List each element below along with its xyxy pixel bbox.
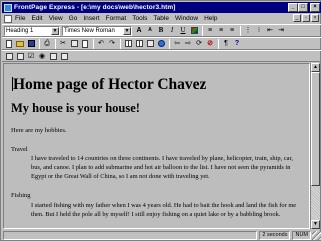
insert-webbot-icon[interactable] [123, 39, 133, 49]
insert-table-icon[interactable] [134, 39, 144, 49]
menu-format[interactable]: Format [106, 15, 127, 22]
decrease-font-icon[interactable]: A [145, 26, 155, 36]
open-folder-icon[interactable] [15, 39, 25, 49]
toolbar-separator [202, 25, 203, 36]
help-pointer-icon[interactable]: ? [232, 39, 242, 49]
toolbar-separator [39, 38, 40, 49]
paragraph-style-value: Heading 1 [6, 27, 34, 34]
frontpage-window: FrontPage Express - [e:\my docs\web\hect… [0, 0, 321, 241]
align-left-icon[interactable]: ≡ [205, 26, 215, 36]
toolbar-separator [169, 38, 170, 49]
toolbar-separator [93, 38, 94, 49]
page-editor[interactable]: Home page of Hector Chavez My house is y… [3, 63, 310, 229]
forward-arrow-icon[interactable]: ⇨ [183, 39, 193, 49]
text-color-icon[interactable] [189, 26, 199, 36]
underline-button[interactable]: U [178, 26, 188, 36]
num-lock-indicator: NUM [292, 231, 311, 240]
doc-restore-button[interactable]: ▫ [302, 14, 310, 22]
increase-font-icon[interactable]: A [134, 26, 144, 36]
increase-indent-icon[interactable]: ⇥ [276, 26, 286, 36]
standard-toolbar: ⎙ ✂ ↶ ↷ ⇦ ⇨ ⟳ ⊘ ¶ ? [2, 37, 321, 50]
definition-desc-travel[interactable]: I have traveled to 14 countries on three… [31, 154, 301, 181]
font-value: Times New Roman [64, 27, 115, 34]
back-arrow-icon[interactable]: ⇦ [172, 39, 182, 49]
window-controls: _ □ × [288, 3, 320, 12]
copy-icon[interactable] [69, 39, 79, 49]
status-bar: 2 seconds NUM [2, 230, 321, 241]
definition-desc-fishing[interactable]: I started fishing with my father when I … [31, 201, 301, 219]
menu-go[interactable]: Go [69, 15, 78, 22]
scroll-down-arrow-icon[interactable]: ▼ [311, 220, 320, 229]
print-icon[interactable]: ⎙ [42, 39, 52, 49]
chevron-down-icon[interactable]: ▼ [123, 26, 131, 35]
one-line-textbox-icon[interactable] [4, 51, 14, 61]
italic-button[interactable]: I [167, 26, 177, 36]
align-right-icon[interactable]: ≡ [227, 26, 237, 36]
refresh-icon[interactable]: ⟳ [194, 39, 204, 49]
menu-edit[interactable]: Edit [31, 15, 42, 22]
scroll-up-arrow-icon[interactable]: ▲ [311, 63, 320, 72]
scrolling-textbox-icon[interactable] [15, 51, 25, 61]
page-heading-2[interactable]: My house is your house! [11, 101, 140, 116]
menu-view[interactable]: View [49, 15, 63, 22]
decrease-indent-icon[interactable]: ⇤ [265, 26, 275, 36]
bold-button[interactable]: B [156, 26, 166, 36]
forms-toolbar: ☑ ◉ [2, 50, 321, 62]
insert-image-icon[interactable] [145, 39, 155, 49]
paragraph-style-select[interactable]: Heading 1 ▼ [4, 25, 60, 36]
window-title: FrontPage Express - [e:\my docs\web\hect… [14, 4, 176, 11]
toolbar-separator [120, 38, 121, 49]
menu-window[interactable]: Window [175, 15, 198, 22]
menu-tools[interactable]: Tools [132, 15, 147, 22]
show-marks-icon[interactable]: ¶ [221, 39, 231, 49]
checkbox-icon[interactable]: ☑ [26, 51, 36, 61]
format-toolbar: Heading 1 ▼ Times New Roman ▼ A A B I U … [2, 24, 321, 37]
title-bar[interactable]: FrontPage Express - [e:\my docs\web\hect… [2, 2, 321, 13]
minimize-button[interactable]: _ [288, 3, 298, 12]
menu-help[interactable]: Help [204, 15, 217, 22]
document-window-controls: _ ▫ × [293, 14, 319, 22]
document-menu-icon[interactable] [4, 14, 12, 23]
resize-grip-icon[interactable] [312, 231, 321, 240]
toolbar-separator [55, 38, 56, 49]
maximize-button[interactable]: □ [298, 3, 308, 12]
definition-term-fishing[interactable]: Fishing [11, 192, 31, 200]
intro-paragraph[interactable]: Here are my hobbies. [11, 127, 67, 135]
toolbar-separator [240, 25, 241, 36]
redo-icon[interactable]: ↷ [107, 39, 117, 49]
frontpage-app-icon[interactable] [4, 3, 12, 12]
stop-icon[interactable]: ⊘ [205, 39, 215, 49]
save-disk-icon[interactable] [26, 39, 36, 49]
page-heading-1[interactable]: Home page of Hector Chavez [13, 76, 206, 94]
cut-icon[interactable]: ✂ [58, 39, 68, 49]
menu-insert[interactable]: Insert [83, 15, 99, 22]
definition-term-travel[interactable]: Travel [11, 146, 28, 154]
radio-button-icon[interactable]: ◉ [37, 51, 47, 61]
new-page-icon[interactable] [4, 39, 14, 49]
vertical-scrollbar[interactable]: ▲ ▼ [310, 63, 320, 229]
download-time: 2 seconds [259, 231, 291, 240]
paste-icon[interactable] [80, 39, 90, 49]
doc-minimize-button[interactable]: _ [293, 14, 301, 22]
font-select[interactable]: Times New Roman ▼ [62, 25, 132, 36]
numbered-list-icon[interactable]: ⋮ [243, 26, 253, 36]
menu-bar: File Edit View Go Insert Format Tools Ta… [2, 13, 321, 24]
menu-file[interactable]: File [15, 15, 25, 22]
doc-close-button[interactable]: × [311, 14, 319, 22]
status-message [3, 231, 258, 240]
bulleted-list-icon[interactable]: ⁝ [254, 26, 264, 36]
menu-table[interactable]: Table [153, 15, 169, 22]
hyperlink-globe-icon[interactable] [156, 39, 166, 49]
align-center-icon[interactable]: ≡ [216, 26, 226, 36]
push-button-icon[interactable] [59, 51, 69, 61]
scroll-thumb[interactable] [311, 72, 320, 186]
dropdown-menu-icon[interactable] [48, 51, 58, 61]
chevron-down-icon[interactable]: ▼ [51, 26, 59, 35]
close-button[interactable]: × [310, 3, 320, 12]
toolbar-separator [218, 38, 219, 49]
undo-icon[interactable]: ↶ [96, 39, 106, 49]
